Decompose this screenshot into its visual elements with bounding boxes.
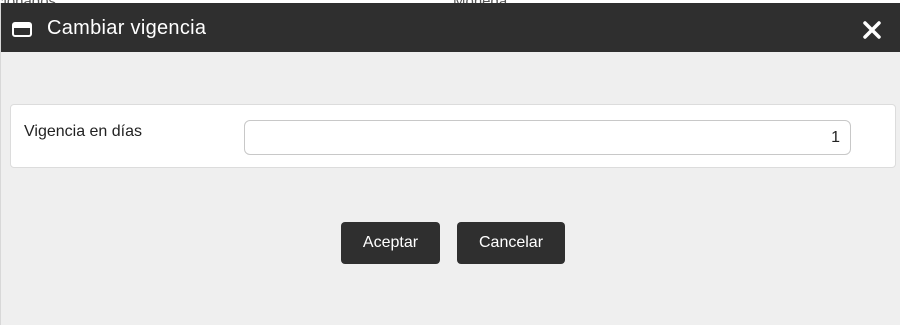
window-icon	[12, 22, 32, 37]
form-panel: Vigencia en días	[10, 104, 896, 168]
dialog-titlebar: Cambiar vigencia	[1, 3, 900, 52]
cancel-button[interactable]: Cancelar	[457, 222, 565, 264]
validity-days-input[interactable]	[244, 120, 851, 155]
change-validity-dialog: Cambiar vigencia Vigencia en días Acepta…	[0, 3, 900, 325]
accept-button[interactable]: Aceptar	[341, 222, 440, 264]
validity-days-label: Vigencia en días	[24, 123, 143, 140]
close-button[interactable]	[859, 17, 885, 43]
dialog-title: Cambiar vigencia	[47, 17, 207, 39]
close-icon	[863, 21, 881, 39]
